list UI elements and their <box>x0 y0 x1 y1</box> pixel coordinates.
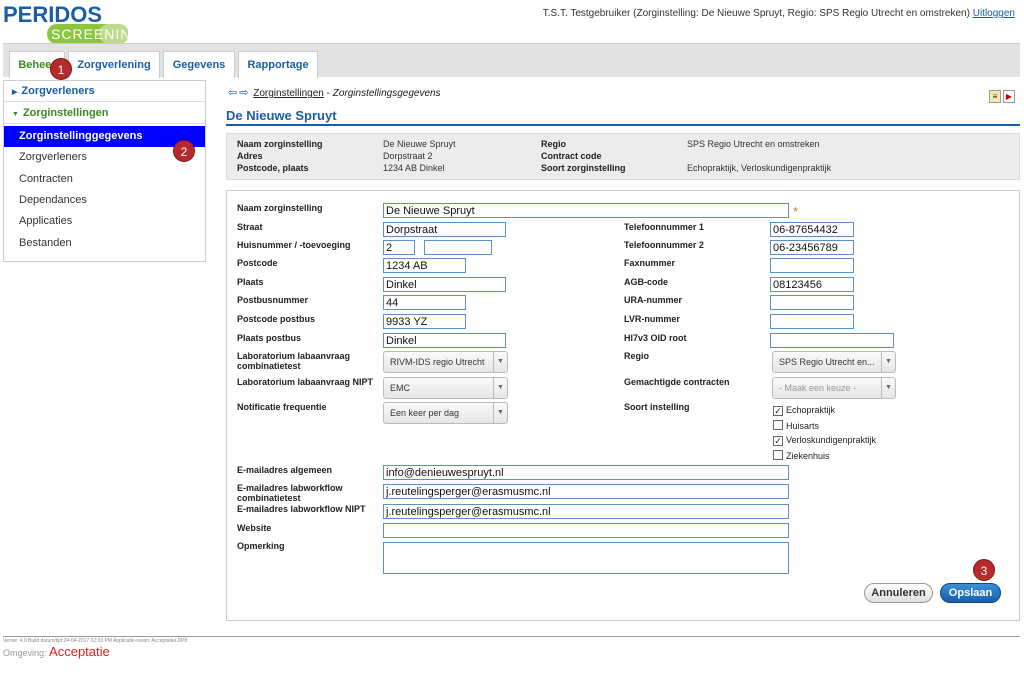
postbus-field[interactable] <box>383 295 466 310</box>
email-combinatietest-field[interactable] <box>383 484 789 499</box>
environment-label: Omgeving: Acceptatie <box>3 644 110 659</box>
lab-combinatietest-select[interactable]: RIVM-IDS regio Utrecht ▼ <box>383 351 508 373</box>
environment-value: Acceptatie <box>49 644 110 659</box>
checkbox-ziekenhuis[interactable]: Ziekenhuis <box>773 450 830 462</box>
agb-field[interactable] <box>770 277 854 292</box>
email-nipt-field[interactable] <box>383 504 789 519</box>
caret-right-icon: ▶ <box>12 89 18 96</box>
lab-nipt-select[interactable]: EMC ▼ <box>383 377 508 399</box>
user-info-text: T.S.T. Testgebruiker (Zorginstelling: De… <box>542 8 970 19</box>
tab-rapportage[interactable]: Rapportage <box>238 51 318 78</box>
save-button[interactable]: Opslaan <box>940 583 1001 603</box>
telefoon1-field[interactable] <box>770 222 854 237</box>
tab-zorgverlening[interactable]: Zorgverlening <box>68 51 160 78</box>
notes-icon[interactable]: ≡ <box>989 90 1001 103</box>
sidebar-item-bestanden[interactable]: Bestanden <box>4 233 205 254</box>
regio-select[interactable]: SPS Regio Utrecht en... ▼ <box>772 351 896 373</box>
website-field[interactable] <box>383 523 789 538</box>
gemachtigde-select[interactable]: - Maak een keuze - ▼ <box>772 377 896 399</box>
toevoeging-field[interactable] <box>424 240 492 255</box>
opmerking-field[interactable] <box>383 542 789 574</box>
telefoon2-field[interactable] <box>770 240 854 255</box>
postcode-postbus-field[interactable] <box>383 314 466 329</box>
checkbox-echopraktijk[interactable]: ✓ Echopraktijk <box>773 405 835 416</box>
huisnummer-field[interactable] <box>383 240 415 255</box>
notificatie-select[interactable]: Een keer per dag ▼ <box>383 402 508 424</box>
user-info: T.S.T. Testgebruiker (Zorginstelling: De… <box>543 8 1015 19</box>
logo-subtitle: SCREENING <box>51 26 144 42</box>
page-title: De Nieuwe Spruyt <box>226 108 1020 126</box>
checkbox-verloskundigenpraktijk[interactable]: ✓ Verloskundigenpraktijk <box>773 435 876 446</box>
step-badge-2: 2 <box>173 140 195 162</box>
sidebar-item-applicaties[interactable]: Applicaties <box>4 211 205 232</box>
sidebar-item-contracten[interactable]: Contracten <box>4 169 205 190</box>
pdf-icon[interactable]: ▶ <box>1003 90 1015 103</box>
sidebar-group-zorgverleners[interactable]: ▶ Zorgverleners <box>4 81 205 102</box>
breadcrumb-link[interactable]: Zorginstellingen <box>253 88 324 99</box>
fax-field[interactable] <box>770 258 854 273</box>
caret-down-icon: ▼ <box>12 111 19 118</box>
cancel-button[interactable]: Annuleren <box>864 583 933 603</box>
main-tabs: Beheer Zorgverlening Gegevens Rapportage <box>3 43 1020 78</box>
sidebar: ▶ Zorgverleners ▼ Zorginstellingen Zorgins… <box>3 80 206 262</box>
email-algemeen-field[interactable] <box>383 465 789 480</box>
breadcrumb: ⇦ ⇨ Zorginstellingen - Zorginstellingsgeg… <box>228 87 441 99</box>
logout-link[interactable]: Uitloggen <box>973 8 1015 19</box>
step-badge-3: 3 <box>973 559 995 581</box>
chevron-down-icon: ▼ <box>493 378 507 398</box>
ura-field[interactable] <box>770 295 854 310</box>
postcode-field[interactable] <box>383 258 466 273</box>
back-arrow-icon[interactable]: ⇦ <box>228 87 237 99</box>
breadcrumb-current: Zorginstellingsgegevens <box>332 88 441 99</box>
summary-panel: Naam zorginstelling De Nieuwe Spruyt Adr… <box>226 133 1020 180</box>
sidebar-item-dependances[interactable]: Dependances <box>4 190 205 211</box>
chevron-down-icon: ▼ <box>881 352 895 372</box>
peridos-logo: PERIDOS SCREENING <box>3 2 142 44</box>
chevron-down-icon: ▼ <box>493 403 507 423</box>
edit-form: Naam zorginstelling Straat Huisnummer / … <box>226 190 1020 621</box>
page-tools: ≡ ▶ <box>987 86 1015 104</box>
footer-divider <box>3 636 1020 637</box>
chevron-down-icon: ▼ <box>493 352 507 372</box>
step-badge-1: 1 <box>50 58 72 80</box>
tab-gegevens[interactable]: Gegevens <box>163 51 235 78</box>
naam-field[interactable] <box>383 203 789 218</box>
lvr-field[interactable] <box>770 314 854 329</box>
required-mark: * <box>793 204 799 219</box>
plaats-postbus-field[interactable] <box>383 333 506 348</box>
plaats-field[interactable] <box>383 277 506 292</box>
forward-arrow-icon[interactable]: ⇨ <box>239 87 248 99</box>
straat-field[interactable] <box>383 222 506 237</box>
sidebar-group-zorginstellingen[interactable]: ▼ Zorginstellingen <box>4 103 205 124</box>
hl7-field[interactable] <box>770 333 894 348</box>
chevron-down-icon: ▼ <box>881 378 895 398</box>
checkbox-huisarts[interactable]: Huisarts <box>773 420 819 432</box>
